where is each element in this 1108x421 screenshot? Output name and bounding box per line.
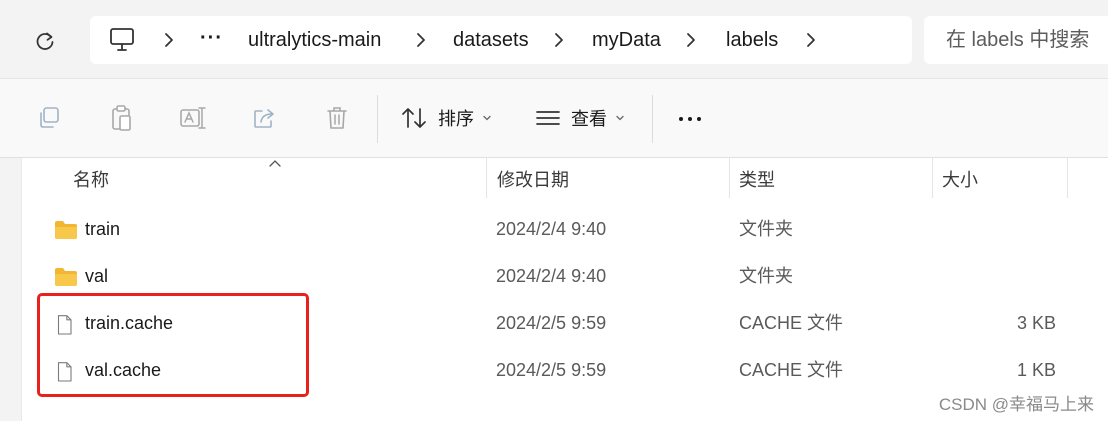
chevron-right-icon[interactable] [682, 31, 700, 49]
sort-icon [402, 108, 426, 128]
breadcrumb-mydata[interactable]: myData [592, 16, 661, 64]
chevron-down-icon [616, 115, 624, 121]
annotation-highlight-box [37, 293, 309, 397]
delete-button[interactable] [322, 103, 352, 133]
column-divider[interactable] [486, 158, 487, 198]
rename-icon [180, 107, 206, 129]
sort-label: 排序 [438, 109, 474, 129]
chevron-right-icon[interactable] [550, 31, 568, 49]
column-header-type[interactable]: 类型 [739, 158, 775, 202]
breadcrumb-overflow[interactable]: ··· [200, 16, 223, 64]
navigation-pane-edge [0, 158, 22, 421]
search-placeholder: 在 labels 中搜索 [946, 29, 1090, 51]
column-divider[interactable] [1067, 158, 1068, 198]
share-icon [254, 109, 274, 128]
rename-button[interactable] [178, 103, 208, 133]
file-date: 2024/2/4 9:40 [496, 266, 607, 286]
column-header-name[interactable]: 名称 [73, 158, 109, 202]
chevron-down-icon [483, 115, 491, 121]
sort-button[interactable]: 排序 [400, 97, 492, 139]
breadcrumb-labels[interactable]: labels [726, 16, 778, 64]
file-date: 2024/2/4 9:40 [496, 219, 607, 239]
file-type: CACHE 文件 [739, 313, 844, 333]
column-header-date[interactable]: 修改日期 [497, 158, 569, 202]
more-options-button[interactable] [672, 103, 708, 135]
file-size [962, 206, 1056, 253]
address-toolbar: ··· ultralytics-main datasets myData lab… [0, 0, 1108, 78]
folder-icon [55, 268, 77, 286]
share-button[interactable] [250, 103, 280, 133]
file-type: CACHE 文件 [739, 360, 844, 380]
toolbar-separator [377, 95, 378, 143]
this-pc-icon[interactable] [108, 27, 136, 53]
column-divider[interactable] [729, 158, 730, 198]
breadcrumb-ultralytics-main[interactable]: ultralytics-main [248, 16, 381, 64]
clipboard-icon [112, 105, 131, 131]
view-list-icon [536, 111, 560, 125]
sort-ascending-icon [269, 160, 281, 167]
watermark-text: CSDN @幸福马上来 [938, 395, 1094, 414]
toolbar-separator [652, 95, 653, 143]
file-size: 3 KB [1016, 313, 1056, 333]
search-input[interactable]: 在 labels 中搜索 [924, 16, 1108, 64]
file-date: 2024/2/5 9:59 [496, 360, 607, 380]
file-name: train [85, 219, 121, 239]
paste-button[interactable] [106, 103, 136, 133]
breadcrumb-datasets[interactable]: datasets [453, 16, 529, 64]
file-size: 1 KB [1016, 360, 1056, 380]
refresh-button[interactable] [28, 24, 62, 58]
address-bar[interactable]: ··· ultralytics-main datasets myData lab… [90, 16, 912, 64]
more-dot-icon [679, 117, 683, 121]
file-date: 2024/2/5 9:59 [496, 313, 607, 333]
file-size [962, 253, 1056, 300]
chevron-right-icon[interactable] [412, 31, 430, 49]
view-label: 查看 [571, 109, 607, 129]
refresh-icon [36, 32, 54, 50]
more-dot-icon [688, 117, 692, 121]
command-bar: 排序 查看 [0, 78, 1108, 158]
folder-icon [55, 221, 77, 239]
chevron-right-icon[interactable] [802, 31, 820, 49]
more-dot-icon [697, 117, 701, 121]
copy-button[interactable] [34, 103, 64, 133]
column-header-size[interactable]: 大小 [942, 158, 978, 202]
copy-icon [40, 107, 59, 128]
file-type: 文件夹 [739, 266, 793, 286]
view-button[interactable]: 查看 [535, 97, 625, 139]
column-divider[interactable] [932, 158, 933, 198]
chevron-right-icon[interactable] [160, 31, 178, 49]
file-row-train[interactable]: train 2024/2/4 9:40 文件夹 [22, 206, 1108, 253]
trash-icon [327, 107, 347, 129]
file-type: 文件夹 [739, 219, 793, 239]
